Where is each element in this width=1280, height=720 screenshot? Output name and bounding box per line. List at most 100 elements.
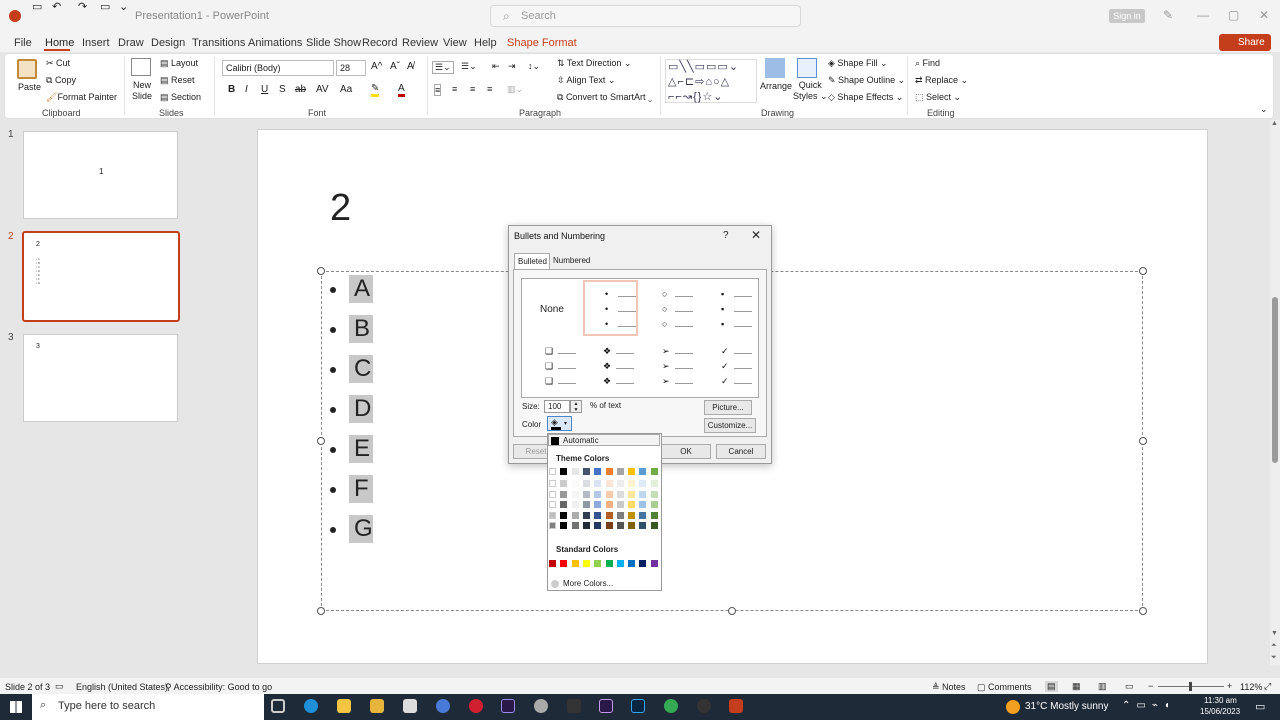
theme-color-swatch[interactable] bbox=[571, 468, 579, 475]
justify-icon[interactable]: ≡ bbox=[487, 84, 492, 94]
theme-color-swatch[interactable] bbox=[560, 511, 568, 519]
theme-color-swatch[interactable] bbox=[639, 511, 647, 519]
underline-icon[interactable]: U bbox=[261, 84, 268, 95]
bullet-item[interactable]: C bbox=[330, 355, 373, 383]
theme-color-swatch[interactable] bbox=[571, 511, 579, 519]
find-button[interactable]: ⌕ Find bbox=[915, 58, 940, 69]
task-view-icon[interactable] bbox=[271, 699, 285, 713]
replace-button[interactable]: ⇄ Replace ⌄ bbox=[915, 75, 968, 86]
scroll-up-icon[interactable]: ▲ bbox=[1271, 120, 1278, 127]
theme-color-swatch[interactable] bbox=[628, 468, 636, 475]
fit-slide-icon[interactable]: ⤢ bbox=[1264, 681, 1271, 692]
tab-numbered[interactable]: Numbered bbox=[553, 256, 590, 265]
resize-handle[interactable] bbox=[728, 607, 736, 615]
shapes-gallery[interactable]: ▭╲╲▭▭▭⌄ △⌐⊏⇨⌂○△ ⌐⌐↝{}☆⌄ bbox=[665, 59, 757, 103]
restore-icon[interactable]: ▢ bbox=[1228, 8, 1239, 22]
paste-button[interactable]: Paste bbox=[18, 82, 41, 92]
theme-color-swatch[interactable] bbox=[549, 501, 556, 508]
theme-color-swatch[interactable] bbox=[616, 511, 624, 519]
theme-color-swatch[interactable] bbox=[650, 480, 658, 487]
theme-color-swatch[interactable] bbox=[616, 501, 624, 508]
tab-home[interactable]: Home bbox=[45, 37, 74, 49]
tab-record[interactable]: Record bbox=[362, 37, 397, 49]
tab-bulleted[interactable]: Bulleted bbox=[514, 253, 550, 269]
bullet-option-diamond[interactable]: ❖ ❖ ❖ bbox=[583, 341, 638, 397]
powerpoint-taskbar-icon[interactable] bbox=[729, 699, 743, 713]
bullet-item[interactable]: D bbox=[330, 395, 373, 423]
close-icon[interactable]: ✕ bbox=[1259, 8, 1269, 22]
bullet-option-hollow-round[interactable]: ○ ○ ○ bbox=[642, 282, 697, 338]
standard-color-swatch[interactable] bbox=[605, 560, 613, 567]
more-colors-option[interactable]: More Colors... bbox=[548, 578, 660, 590]
reading-view-icon[interactable]: ▥ bbox=[1098, 681, 1107, 692]
slideshow-view-icon[interactable]: ▭ bbox=[1125, 681, 1134, 692]
text-direction-button[interactable]: ⇅ Text Direction ⌄ bbox=[557, 58, 631, 69]
standard-color-swatch[interactable] bbox=[650, 560, 658, 567]
resize-handle[interactable] bbox=[317, 267, 325, 275]
theme-color-swatch[interactable] bbox=[605, 480, 613, 487]
bullet-option-none[interactable]: None bbox=[525, 282, 580, 338]
resize-handle[interactable] bbox=[317, 607, 325, 615]
theme-color-swatch[interactable] bbox=[650, 468, 658, 475]
standard-color-swatch[interactable] bbox=[560, 560, 568, 567]
tab-view[interactable]: View bbox=[443, 37, 467, 49]
prev-slide-icon[interactable]: ⏶ bbox=[1271, 642, 1277, 650]
theme-color-swatch[interactable] bbox=[605, 490, 613, 498]
tab-review[interactable]: Review bbox=[402, 37, 438, 49]
language-label[interactable]: English (United States) bbox=[76, 682, 168, 692]
align-left-icon[interactable]: ≡ bbox=[434, 84, 442, 96]
theme-color-swatch[interactable] bbox=[594, 511, 602, 519]
theme-color-swatch[interactable] bbox=[605, 468, 613, 475]
notifications-icon[interactable]: ▭ bbox=[1255, 700, 1265, 713]
decrease-indent-icon[interactable]: ⇤ bbox=[492, 61, 500, 72]
chrome-icon[interactable] bbox=[664, 699, 678, 713]
align-center-icon[interactable]: ≡ bbox=[452, 84, 457, 94]
format-painter-button[interactable]: 🖌Format Painter bbox=[46, 92, 117, 103]
search-box[interactable]: ⌕ Search bbox=[490, 5, 801, 27]
mail-icon[interactable] bbox=[403, 699, 417, 713]
zoom-out-icon[interactable]: − bbox=[1148, 681, 1153, 691]
reset-button[interactable]: ▤ Reset bbox=[160, 75, 195, 86]
zoom-level[interactable]: 112% bbox=[1240, 682, 1262, 692]
theme-color-swatch[interactable] bbox=[605, 511, 613, 519]
align-text-button[interactable]: ⇳ Align Text ⌄ bbox=[557, 75, 615, 86]
windows-start-icon[interactable] bbox=[10, 701, 22, 713]
theme-color-swatch[interactable] bbox=[549, 522, 556, 529]
sign-in-button[interactable]: Sign in bbox=[1109, 9, 1145, 23]
bullets-icon[interactable]: ☰⌄ bbox=[432, 61, 454, 74]
taskbar-search[interactable]: ⌕ Type here to search bbox=[32, 694, 264, 720]
align-right-icon[interactable]: ≡ bbox=[470, 84, 475, 94]
increase-indent-icon[interactable]: ⇥ bbox=[508, 61, 516, 72]
present-icon[interactable]: ▭ bbox=[100, 0, 110, 13]
customize-button[interactable]: Customize... bbox=[704, 418, 756, 433]
slide-title[interactable]: 2 bbox=[330, 187, 351, 230]
theme-color-swatch[interactable] bbox=[560, 468, 568, 475]
tab-draw[interactable]: Draw bbox=[118, 37, 144, 49]
bold-icon[interactable]: B bbox=[228, 84, 235, 95]
slide-thumbnail-1[interactable]: 1 bbox=[23, 131, 178, 219]
next-slide-icon[interactable]: ⏷ bbox=[1271, 654, 1277, 662]
share-button[interactable]: Share bbox=[1219, 34, 1271, 51]
bullet-option-checkmark[interactable]: ✓ ✓ ✓ bbox=[701, 341, 756, 397]
settings-icon[interactable] bbox=[534, 699, 548, 713]
tab-insert[interactable]: Insert bbox=[82, 37, 110, 49]
after-effects-icon[interactable] bbox=[599, 699, 613, 713]
new-slide-button[interactable]: New Slide bbox=[132, 80, 152, 102]
theme-color-swatch[interactable] bbox=[549, 511, 556, 519]
tray-icons[interactable]: ⌃▭⌁◖ bbox=[1122, 700, 1176, 711]
bullet-item[interactable]: F bbox=[330, 475, 373, 503]
decrease-font-icon[interactable]: Aˇ bbox=[390, 61, 400, 72]
highlight-icon[interactable]: ✎ bbox=[371, 83, 380, 97]
layout-button[interactable]: ▤ Layout bbox=[160, 58, 198, 69]
comments-button[interactable]: ▢ Comments bbox=[977, 682, 1032, 693]
bullet-item[interactable]: B bbox=[330, 315, 373, 343]
picture-button[interactable]: Picture... bbox=[704, 400, 752, 415]
theme-color-swatch[interactable] bbox=[560, 501, 568, 508]
font-color-icon[interactable]: A bbox=[398, 83, 405, 97]
theme-color-swatch[interactable] bbox=[560, 522, 568, 529]
theme-color-swatch[interactable] bbox=[650, 522, 658, 529]
theme-color-swatch[interactable] bbox=[582, 480, 590, 487]
line-spacing-icon[interactable]: ↕⌄ bbox=[528, 61, 540, 72]
tab-animations[interactable]: Animations bbox=[248, 37, 302, 49]
size-spinner[interactable]: ▲ ▼ bbox=[570, 400, 582, 413]
